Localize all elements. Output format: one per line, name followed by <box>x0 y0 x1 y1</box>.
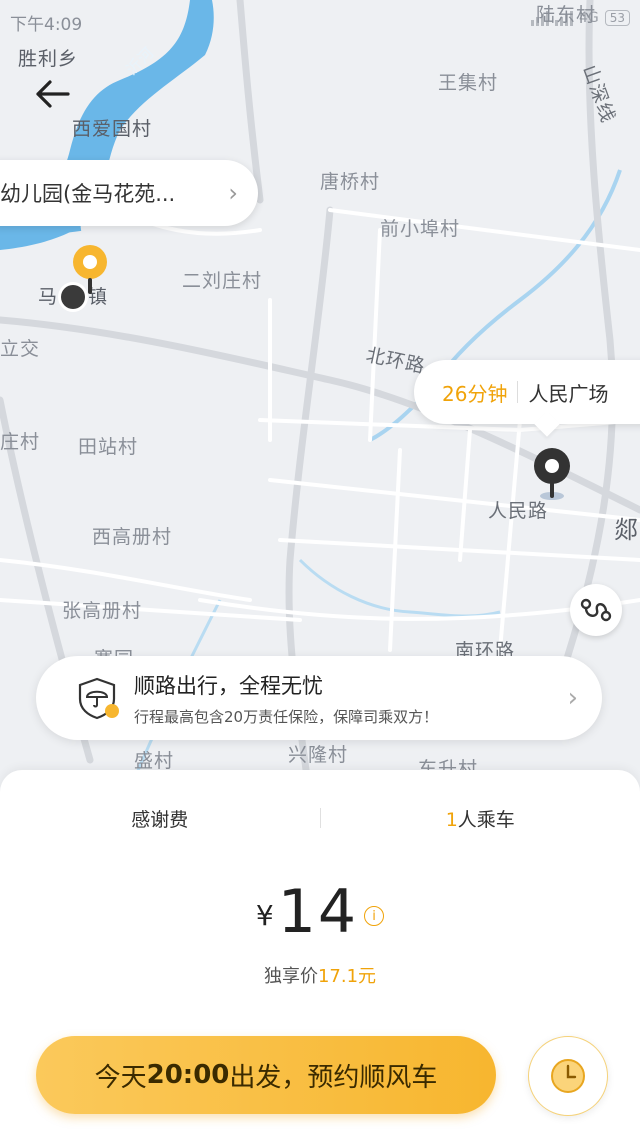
map-label: 二刘庄村 <box>182 270 263 292</box>
safety-title: 顺路出行，全程无忧 <box>134 673 323 698</box>
map-label: 盛村 <box>134 750 175 772</box>
book-prefix: 今天 <box>94 1062 147 1093</box>
divider <box>517 381 519 403</box>
safety-subtitle: 行程最高包含20万责任保险，保障司乘双方！ <box>134 707 439 726</box>
map-label: 陆东村 <box>536 4 597 26</box>
map-label: 马 <box>38 286 59 308</box>
passenger-label: 人乘车 <box>457 808 515 831</box>
time-picker-button[interactable] <box>528 1036 608 1116</box>
price-row: ¥ 14 i <box>0 880 640 944</box>
status-time: 下午4:09 <box>10 15 83 35</box>
exclusive-label: 独享价 <box>263 966 318 987</box>
passenger-option[interactable]: 1人乘车 <box>321 805 640 832</box>
map-label: 郯 <box>614 516 639 544</box>
origin-bubble[interactable]: 幼儿园(金马花苑... › <box>0 160 258 226</box>
book-time: 20:00 <box>146 1060 230 1090</box>
arrow-left-icon <box>36 80 70 108</box>
safety-banner[interactable]: 顺路出行，全程无忧 行程最高包含20万责任保险，保障司乘双方！ › <box>36 656 602 740</box>
route-icon <box>580 598 612 622</box>
chevron-right-icon: › <box>567 683 578 713</box>
book-suffix: 出发，预约顺风车 <box>229 1062 438 1093</box>
destination-name: 人民广场 <box>528 381 609 406</box>
chevron-right-icon: › <box>228 179 238 207</box>
map-label: 王集村 <box>438 72 499 94</box>
map-label: 立交 <box>0 338 41 360</box>
option-tabs: 感谢费 1人乘车 <box>0 770 640 866</box>
eta-text: 26分钟 <box>442 381 508 406</box>
current-location-icon <box>58 282 88 312</box>
shield-umbrella-icon <box>78 677 119 720</box>
map-label: 兴隆村 <box>288 744 349 766</box>
map-label: 前小埠村 <box>380 218 461 240</box>
battery-icon: 53 <box>604 10 630 26</box>
currency-symbol: ¥ <box>255 899 274 932</box>
book-button[interactable]: 今天 20:00 出发，预约顺风车 <box>36 1036 496 1114</box>
price-amount: 14 <box>277 877 359 947</box>
destination-bubble[interactable]: 26分钟 人民广场 <box>414 360 640 424</box>
passenger-count: 1 <box>445 808 458 831</box>
map-label: 胜利乡 <box>18 48 79 70</box>
booking-sheet: 感谢费 1人乘车 ¥ 14 i 独享价17.1元 今天 20:00 出发，预约顺风车 <box>0 770 640 1138</box>
map-label: 张高册村 <box>62 600 143 622</box>
map-label: 唐桥村 <box>320 171 381 193</box>
tip-option[interactable]: 感谢费 <box>0 805 320 832</box>
origin-name: 幼儿园(金马花苑... <box>0 182 176 206</box>
map-view[interactable]: 下午4:09 4G 53 胜利乡 西爱国村 沂河 王集村 陆东村 唐桥村 前小埠… <box>0 0 640 800</box>
map-label: 庄村 <box>0 431 41 453</box>
map-label: 西高册村 <box>92 526 173 548</box>
clock-icon <box>551 1059 585 1093</box>
map-label: 田站村 <box>78 436 139 458</box>
destination-pin-icon <box>534 448 570 500</box>
back-button[interactable] <box>30 72 74 116</box>
exclusive-value: 17.1元 <box>317 966 377 987</box>
route-button[interactable] <box>570 584 622 636</box>
info-icon[interactable]: i <box>364 906 385 926</box>
map-label: 西爱国村 <box>72 118 153 140</box>
exclusive-price: 独享价17.1元 <box>0 962 640 988</box>
